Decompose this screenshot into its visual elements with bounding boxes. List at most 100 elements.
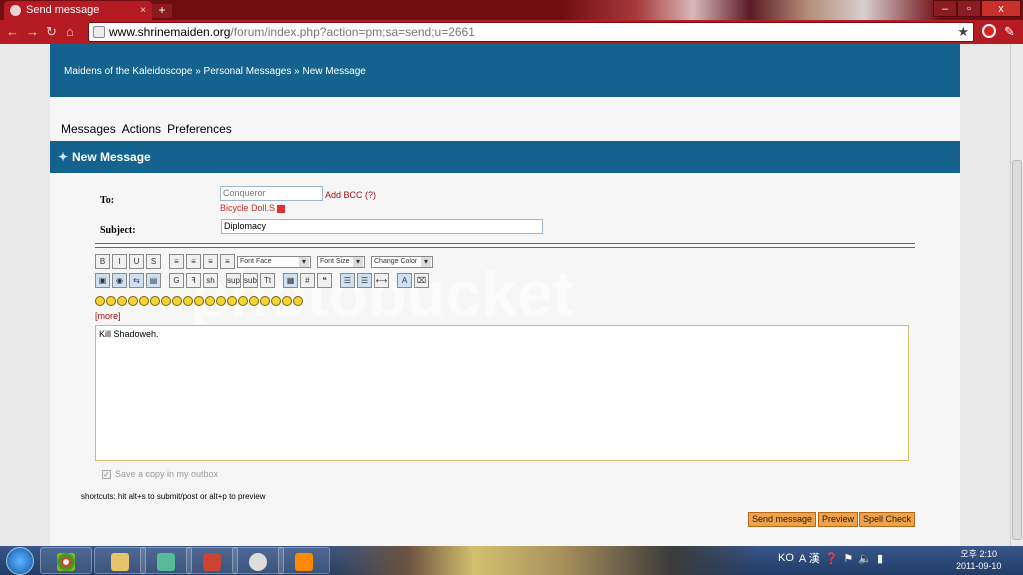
- taskbar-game[interactable]: [186, 547, 238, 574]
- horizontal-rule-button[interactable]: ⟷: [374, 273, 389, 288]
- smiley-icon[interactable]: [205, 296, 215, 306]
- smiley-icon[interactable]: [128, 296, 138, 306]
- smiley-icon[interactable]: [161, 296, 171, 306]
- quote-button[interactable]: ❝: [317, 273, 332, 288]
- address-bar[interactable]: www.shrinemaiden.org/forum/index.php?act…: [88, 22, 974, 42]
- smiley-icon[interactable]: [216, 296, 226, 306]
- preview-button[interactable]: Preview: [818, 512, 859, 527]
- content-area: Messages Actions Preferences ✦ New Messa…: [50, 97, 960, 546]
- shadow-button[interactable]: sh: [203, 273, 218, 288]
- start-button[interactable]: [6, 547, 34, 575]
- scrollbar-thumb[interactable]: [1012, 160, 1022, 540]
- font-face-select[interactable]: Font Face: [237, 255, 311, 268]
- ime-indicator[interactable]: A 漢: [799, 550, 820, 566]
- smiley-icon[interactable]: [194, 296, 204, 306]
- menu-messages[interactable]: Messages: [61, 122, 116, 136]
- align-left-button[interactable]: ≡: [169, 254, 184, 269]
- italic-button[interactable]: I: [112, 254, 127, 269]
- reload-icon[interactable]: ↻: [46, 24, 57, 40]
- minimize-button[interactable]: –: [933, 0, 957, 17]
- save-copy-option[interactable]: ✓ Save a copy in my outbox: [102, 469, 218, 479]
- tab-close-icon[interactable]: ×: [140, 1, 146, 20]
- smiley-icon[interactable]: [139, 296, 149, 306]
- mirror-button[interactable]: ꟻ: [186, 273, 201, 288]
- new-tab-button[interactable]: +: [152, 4, 172, 18]
- align-right-button[interactable]: ≡: [203, 254, 218, 269]
- toggle-view-button[interactable]: ⌧: [414, 273, 429, 288]
- spell-check-button[interactable]: Spell Check: [859, 512, 916, 527]
- add-bcc-link[interactable]: Add BCC (?): [325, 190, 376, 200]
- bullet-list-button[interactable]: ☰: [340, 273, 355, 288]
- taskbar-artwork: [320, 546, 760, 575]
- smiley-icon[interactable]: [238, 296, 248, 306]
- save-copy-label: Save a copy in my outbox: [115, 469, 219, 479]
- strikethrough-button[interactable]: S: [146, 254, 161, 269]
- tab-send-message[interactable]: Send message ×: [4, 1, 152, 20]
- menu-actions[interactable]: Actions: [122, 122, 161, 136]
- smiley-icon[interactable]: [172, 296, 182, 306]
- image-button[interactable]: ▣: [95, 273, 110, 288]
- remove-format-button[interactable]: A: [397, 273, 412, 288]
- save-copy-checkbox[interactable]: ✓: [102, 469, 111, 479]
- underline-button[interactable]: U: [129, 254, 144, 269]
- align-center-button[interactable]: ≡: [186, 254, 201, 269]
- font-size-select[interactable]: Font Size: [317, 255, 365, 268]
- close-window-button[interactable]: x: [981, 0, 1021, 17]
- sparkle-icon: ✦: [58, 150, 69, 164]
- subscript-button[interactable]: sub: [243, 273, 258, 288]
- menu-preferences[interactable]: Preferences: [167, 122, 232, 136]
- justify-button[interactable]: ≡: [220, 254, 235, 269]
- code-button[interactable]: #: [300, 273, 315, 288]
- remove-recipient-icon[interactable]: [277, 204, 286, 213]
- forward-arrow-icon[interactable]: →: [26, 24, 39, 39]
- email-button[interactable]: ⇆: [129, 273, 144, 288]
- help-icon[interactable]: ❓: [825, 552, 839, 565]
- smiley-icon[interactable]: [260, 296, 270, 306]
- back-arrow-icon[interactable]: ←: [6, 24, 19, 39]
- smiley-icon[interactable]: [117, 296, 127, 306]
- vertical-scrollbar[interactable]: [1010, 44, 1023, 546]
- home-icon[interactable]: ⌂: [66, 24, 74, 39]
- wrench-icon[interactable]: ✎: [1004, 24, 1015, 40]
- to-label: To:: [100, 195, 115, 206]
- volume-icon[interactable]: 🔈: [858, 552, 872, 565]
- table-button[interactable]: ▦: [283, 273, 298, 288]
- clock[interactable]: 오후 2:10 2011-09-10: [956, 548, 1001, 572]
- network-icon[interactable]: ▮: [877, 552, 883, 565]
- taskbar-media[interactable]: [232, 547, 284, 574]
- smiley-icon[interactable]: [95, 296, 105, 306]
- extension-icon[interactable]: [982, 24, 996, 38]
- maximize-button[interactable]: ▫: [957, 0, 981, 17]
- message-body-textarea[interactable]: Kill Shadoweh.: [95, 325, 909, 461]
- language-indicator[interactable]: KO: [778, 552, 794, 564]
- taskbar-explorer[interactable]: [94, 547, 146, 574]
- breadcrumb[interactable]: Maidens of the Kaleidoscope » Personal M…: [64, 66, 366, 77]
- more-smileys-link[interactable]: [more]: [95, 311, 121, 321]
- teletype-button[interactable]: Tt: [260, 273, 275, 288]
- smiley-icon[interactable]: [249, 296, 259, 306]
- smiley-icon[interactable]: [150, 296, 160, 306]
- to-field[interactable]: Conqueror: [220, 186, 323, 201]
- glow-button[interactable]: G: [169, 273, 184, 288]
- link-button[interactable]: ◉: [112, 273, 127, 288]
- bold-button[interactable]: B: [95, 254, 110, 269]
- numbered-list-button[interactable]: ☰: [357, 273, 372, 288]
- format-toolbar-row-2: ▣ ◉ ⇆ ▤ G ꟻ sh sup sub Tt ▦ # ❝ ☰ ☰ ⟷ A …: [95, 273, 429, 288]
- subject-field[interactable]: Diplomacy: [221, 219, 543, 234]
- smiley-icon[interactable]: [293, 296, 303, 306]
- ftp-button[interactable]: ▤: [146, 273, 161, 288]
- send-message-button[interactable]: Send message: [748, 512, 817, 527]
- superscript-button[interactable]: sup: [226, 273, 241, 288]
- color-select[interactable]: Change Color: [371, 255, 433, 268]
- theme-artwork: [560, 0, 940, 20]
- taskbar-messenger[interactable]: [140, 547, 192, 574]
- taskbar-chrome[interactable]: [40, 547, 92, 574]
- smiley-icon[interactable]: [282, 296, 292, 306]
- smiley-icon[interactable]: [271, 296, 281, 306]
- smiley-icon[interactable]: [227, 296, 237, 306]
- flag-icon[interactable]: ⚑: [843, 552, 853, 565]
- smiley-icon[interactable]: [106, 296, 116, 306]
- windows-taskbar: KO A 漢 ❓ ⚑ 🔈 ▮ 오후 2:10 2011-09-10: [0, 546, 1023, 575]
- smiley-icon[interactable]: [183, 296, 193, 306]
- bookmark-star-icon[interactable]: ★: [957, 23, 969, 41]
